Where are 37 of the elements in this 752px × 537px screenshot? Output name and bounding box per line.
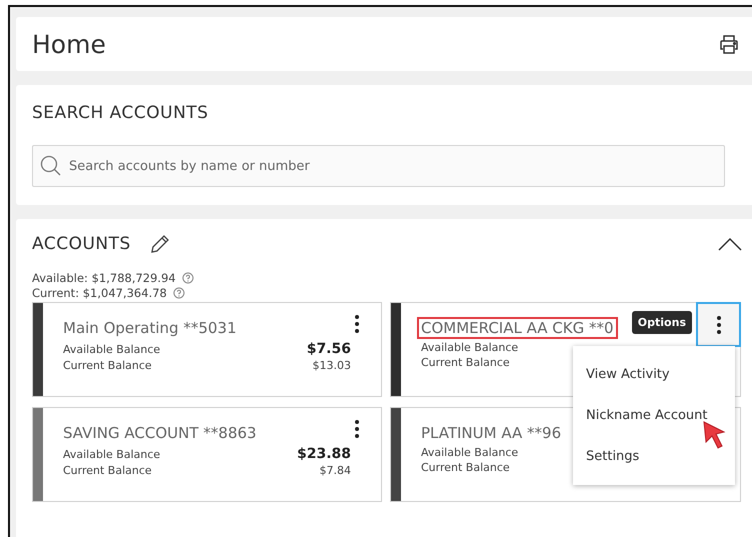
- balance-label: Available Balance: [421, 341, 518, 354]
- account-name[interactable]: COMMERCIAL AA CKG **0: [417, 317, 618, 339]
- section-title: SEARCH ACCOUNTS: [32, 103, 210, 123]
- balance-label: Available Balance: [63, 343, 160, 356]
- more-options-icon: [716, 316, 720, 334]
- account-card[interactable]: SAVING ACCOUNT **8863 Available Balance $23.88 Current Balance $7.84: [32, 407, 382, 502]
- balance-label: Current Balance: [421, 461, 510, 474]
- balance-value: $13.03: [312, 359, 351, 372]
- balance-value: $23.88: [296, 446, 351, 462]
- balance-label: Available Balance: [63, 448, 160, 461]
- search-field[interactable]: Search accounts by name or number: [32, 145, 725, 187]
- more-options-icon: [355, 315, 359, 333]
- help-icon[interactable]: [182, 272, 194, 284]
- cursor-icon: [702, 420, 728, 450]
- account-name[interactable]: Main Operating **5031: [59, 317, 241, 339]
- options-tooltip: Options: [632, 311, 692, 334]
- print-icon[interactable]: [718, 33, 740, 55]
- help-icon[interactable]: [172, 287, 185, 299]
- total-balance: Available: $1,788,729.94: [32, 271, 176, 285]
- balance-value: $7.56: [306, 341, 351, 357]
- account-name[interactable]: PLATINUM AA **96: [417, 422, 566, 444]
- search-icon: [40, 155, 62, 177]
- chevron-up-icon[interactable]: [718, 237, 742, 251]
- section-title: ACCOUNTS: [32, 234, 131, 254]
- balance-label: Current Balance: [421, 356, 510, 369]
- account-name[interactable]: SAVING ACCOUNT **8863: [59, 422, 260, 444]
- balance-label: Current Balance: [63, 359, 152, 372]
- balance-value: $7.84: [320, 464, 351, 477]
- pencil-icon[interactable]: [148, 233, 171, 255]
- balance-label: Available Balance: [421, 446, 518, 459]
- menu-item[interactable]: View Activity: [573, 354, 735, 395]
- balance-label: Current Balance: [63, 464, 152, 477]
- page-title: Home: [32, 30, 106, 58]
- menu-item[interactable]: Settings: [573, 436, 735, 477]
- total-balance: Current: $1,047,364.78: [32, 286, 167, 300]
- more-options-icon: [355, 420, 359, 438]
- account-card[interactable]: Main Operating **5031 Available Balance $7.56 Current Balance $13.03: [32, 302, 382, 397]
